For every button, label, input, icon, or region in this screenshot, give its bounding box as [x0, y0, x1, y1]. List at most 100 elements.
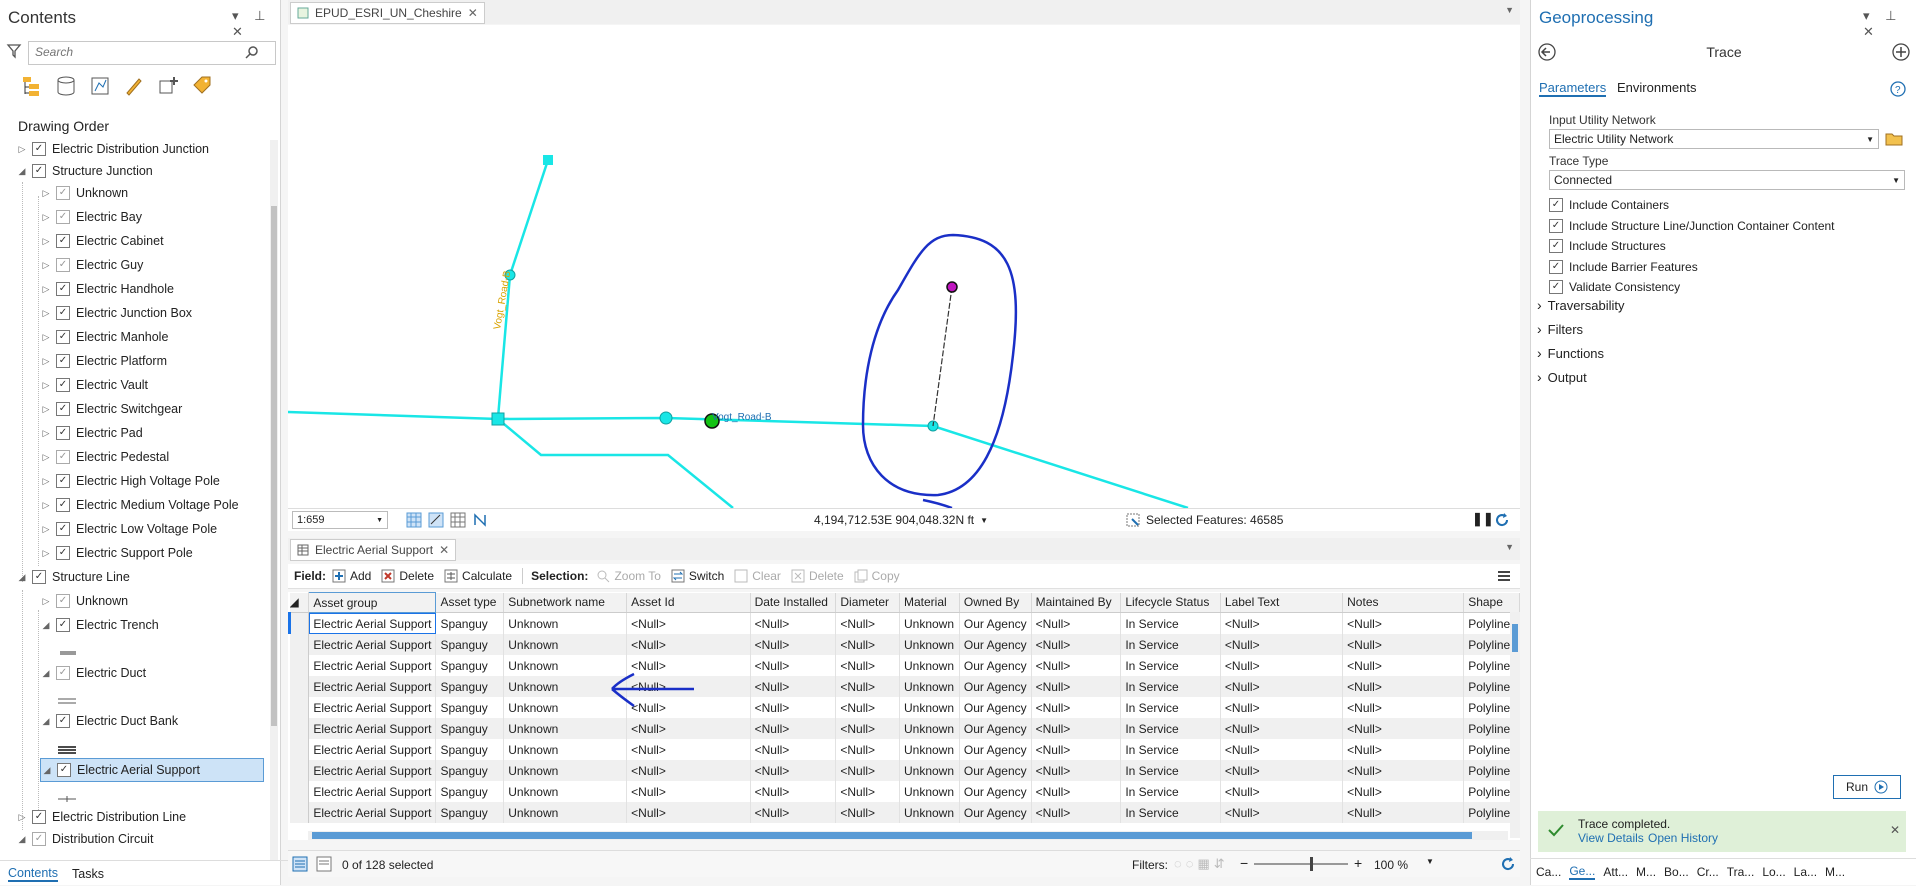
layer-visibility-checkbox[interactable]: ✓: [56, 402, 70, 416]
map-document-tab[interactable]: EPUD_ESRI_UN_Cheshire ✕: [290, 2, 485, 24]
table-cell[interactable]: Spanguy: [435, 718, 505, 739]
layer-visibility-checkbox[interactable]: ✓: [56, 666, 70, 680]
expand-toggle-icon[interactable]: ▷: [40, 236, 52, 247]
copy-button[interactable]: Copy: [854, 569, 900, 583]
table-row[interactable]: Electric Aerial Support Spanguy Unknown <Nu…: [289, 781, 1520, 802]
expand-toggle-icon[interactable]: ◢: [16, 572, 28, 583]
table-cell[interactable]: <Null>: [750, 655, 837, 676]
layer-item[interactable]: ◢ ✓ Distribution Circuit: [16, 828, 153, 850]
open-history-link[interactable]: Open History: [1648, 831, 1718, 845]
table-cell[interactable]: <Null>: [750, 612, 837, 634]
table-cell[interactable]: Unknown: [503, 612, 628, 634]
row-selector[interactable]: [289, 760, 310, 781]
zoom-slider[interactable]: [1254, 857, 1348, 871]
layer-item[interactable]: ▷ ✓ Electric Junction Box: [40, 302, 192, 324]
layer-visibility-checkbox[interactable]: ✓: [32, 832, 46, 846]
junction-square[interactable]: [543, 155, 553, 165]
table-cell[interactable]: <Null>: [835, 802, 900, 823]
table-cell[interactable]: Our Agency: [959, 718, 1032, 739]
table-cell[interactable]: Electric Aerial Support: [308, 634, 437, 655]
table-row[interactable]: Electric Aerial Support Spanguy Unknown <Nu…: [288, 612, 1520, 634]
layer-item[interactable]: ◢ ✓ Electric Trench: [40, 614, 159, 636]
table-cell[interactable]: <Null>: [1220, 676, 1344, 697]
table-row[interactable]: Electric Aerial Support Spanguy Unknown <Nu…: [289, 634, 1520, 655]
layer-visibility-checkbox[interactable]: ✓: [56, 282, 70, 296]
column-header[interactable]: Label Text: [1220, 592, 1344, 613]
parameter-group[interactable]: › Filters: [1537, 321, 1583, 337]
table-cell[interactable]: <Null>: [1342, 739, 1465, 760]
main-line[interactable]: [287, 410, 1189, 510]
column-header[interactable]: Material: [899, 592, 960, 613]
checkbox[interactable]: ✓: [1549, 198, 1563, 212]
expand-toggle-icon[interactable]: ▷: [40, 596, 52, 607]
table-cell[interactable]: In Service: [1120, 760, 1221, 781]
expand-toggle-icon[interactable]: ◢: [41, 765, 53, 776]
pane-window-buttons[interactable]: ▾ ⊥ ✕: [1863, 8, 1916, 40]
table-cell[interactable]: <Null>: [835, 612, 900, 634]
map-canvas[interactable]: Vogt_Road-B Vogt_Road-B: [287, 25, 1520, 510]
column-header[interactable]: Lifecycle Status: [1120, 592, 1221, 613]
expand-toggle-icon[interactable]: ◢: [40, 620, 52, 631]
table-cell[interactable]: <Null>: [750, 739, 837, 760]
delete-selection-button[interactable]: Delete: [791, 569, 844, 583]
grid-snap-icon[interactable]: [406, 512, 422, 528]
table-cell[interactable]: Unknown: [503, 760, 628, 781]
table-cell[interactable]: Electric Aerial Support: [308, 781, 437, 802]
show-all-records-icon[interactable]: [292, 856, 308, 872]
expand-toggle-icon[interactable]: ▷: [40, 476, 52, 487]
table-cell[interactable]: Unknown: [899, 718, 960, 739]
layer-visibility-checkbox[interactable]: ✓: [56, 714, 70, 728]
table-cell[interactable]: <Null>: [626, 739, 751, 760]
row-selector[interactable]: [288, 612, 310, 634]
table-cell[interactable]: <Null>: [1031, 760, 1122, 781]
layer-visibility-checkbox[interactable]: ✓: [56, 522, 70, 536]
editing-icon[interactable]: [122, 74, 146, 98]
search-input[interactable]: [29, 42, 241, 62]
row-selector[interactable]: [289, 697, 310, 718]
table-row[interactable]: Electric Aerial Support Spanguy Unknown <Nu…: [289, 739, 1520, 760]
row-selector[interactable]: [289, 718, 310, 739]
table-cell[interactable]: <Null>: [1342, 612, 1465, 634]
table-cell[interactable]: <Null>: [750, 781, 837, 802]
selection-view-icon[interactable]: [88, 74, 112, 98]
table-cell[interactable]: In Service: [1120, 739, 1221, 760]
table-cell[interactable]: <Null>: [1031, 781, 1122, 802]
table-cell[interactable]: Unknown: [899, 655, 960, 676]
calculate-field-button[interactable]: Calculate: [444, 569, 512, 583]
expand-toggle-icon[interactable]: ▷: [40, 524, 52, 535]
zoom-out-button[interactable]: −: [1240, 855, 1248, 871]
table-cell[interactable]: <Null>: [1342, 718, 1465, 739]
chevron-right-icon[interactable]: ›: [1537, 345, 1542, 361]
table-cell[interactable]: Unknown: [503, 718, 628, 739]
chevron-down-icon[interactable]: ▼: [1426, 857, 1434, 866]
table-cell[interactable]: Unknown: [503, 781, 628, 802]
expand-toggle-icon[interactable]: ▷: [40, 548, 52, 559]
table-cell[interactable]: <Null>: [1031, 739, 1122, 760]
layer-visibility-checkbox[interactable]: ✓: [56, 594, 70, 608]
table-cell[interactable]: In Service: [1120, 655, 1221, 676]
layer-item[interactable]: ▷ ✓ Electric Medium Voltage Pole: [40, 494, 239, 516]
table-cell[interactable]: <Null>: [1220, 634, 1344, 655]
column-header[interactable]: Notes: [1342, 592, 1465, 613]
north-arrow-icon[interactable]: [472, 512, 488, 528]
expand-toggle-icon[interactable]: ▷: [40, 260, 52, 271]
pane-tab[interactable]: La...: [1794, 865, 1817, 879]
table-cell[interactable]: <Null>: [835, 718, 900, 739]
layer-item[interactable]: ▷ ✓ Electric Switchgear: [40, 398, 182, 420]
layer-visibility-checkbox[interactable]: ✓: [56, 354, 70, 368]
table-cell[interactable]: <Null>: [750, 718, 837, 739]
layer-item[interactable]: ▷ ✓ Electric Low Voltage Pole: [40, 518, 217, 540]
table-cell[interactable]: <Null>: [1031, 802, 1122, 823]
pole-node[interactable]: [946, 281, 958, 293]
table-cell[interactable]: <Null>: [1342, 760, 1465, 781]
table-cell[interactable]: <Null>: [1220, 760, 1344, 781]
layer-visibility-checkbox[interactable]: ✓: [56, 234, 70, 248]
checkbox[interactable]: ✓: [1549, 218, 1563, 233]
layer-visibility-checkbox[interactable]: ✓: [56, 378, 70, 392]
refresh-icon[interactable]: [1494, 512, 1510, 528]
table-cell[interactable]: <Null>: [750, 760, 837, 781]
table-cell[interactable]: In Service: [1120, 697, 1221, 718]
pane-tab[interactable]: Cr...: [1697, 865, 1719, 879]
tab-tasks[interactable]: Tasks: [72, 867, 104, 881]
help-icon[interactable]: ?: [1889, 80, 1907, 98]
